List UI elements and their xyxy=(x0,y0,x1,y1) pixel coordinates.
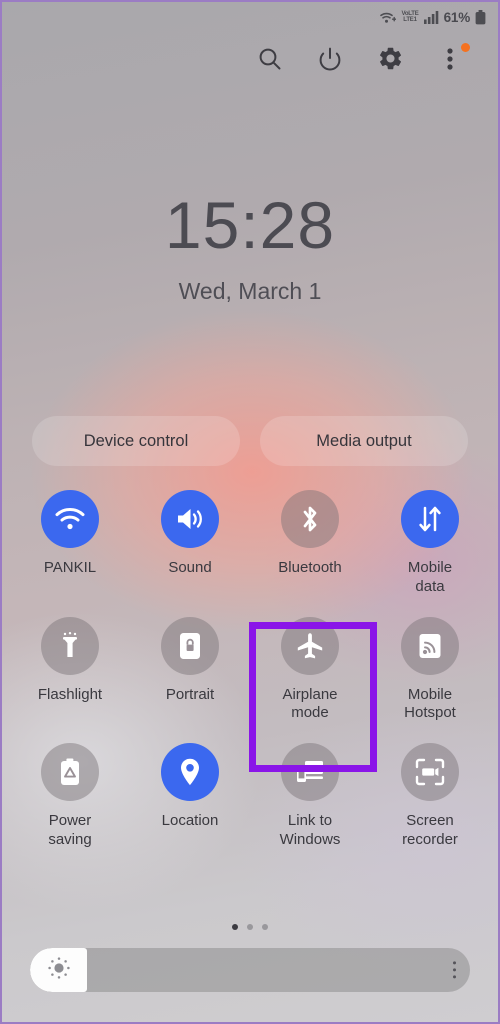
media-output-button[interactable]: Media output xyxy=(260,416,468,466)
power-icon xyxy=(317,46,343,77)
tile-mobile-data[interactable]: Mobile data xyxy=(370,490,490,597)
page-dot-3[interactable] xyxy=(262,924,268,930)
location-pin-icon xyxy=(161,743,219,801)
tile-power-saving[interactable]: Power saving xyxy=(10,743,130,850)
clock-block[interactable]: 15:28 Wed, March 1 xyxy=(2,192,498,305)
tile-label: Airplane mode xyxy=(282,685,338,722)
gear-icon xyxy=(377,45,404,77)
brightness-row xyxy=(30,948,470,992)
screen-recorder-icon xyxy=(401,743,459,801)
flashlight-icon xyxy=(41,616,99,675)
notification-badge-dot xyxy=(461,43,470,52)
tile-label: Portrait xyxy=(165,685,215,703)
three-dot-menu-icon xyxy=(452,961,456,965)
hotspot-icon xyxy=(401,616,459,675)
quick-settings-toolbar xyxy=(255,38,498,84)
battery-percent-label: 61% xyxy=(443,9,471,25)
rotation-lock-icon xyxy=(161,616,219,675)
tile-airplane-mode[interactable]: Airplane mode xyxy=(250,616,370,724)
airplane-icon xyxy=(281,616,339,675)
tile-flashlight[interactable]: Flashlight xyxy=(10,616,130,724)
search-icon xyxy=(257,46,283,77)
link-to-windows-icon xyxy=(281,743,339,801)
tile-label: PANKIL xyxy=(43,559,97,576)
tile-mobile-hotspot[interactable]: Mobile Hotspot xyxy=(370,616,490,724)
tile-portrait[interactable]: Portrait xyxy=(130,616,250,724)
tile-label: Flashlight xyxy=(37,685,103,703)
wifi-plus-icon xyxy=(379,10,397,24)
tile-label: Mobile Hotspot xyxy=(404,685,456,722)
clock-time: 15:28 xyxy=(164,188,336,262)
brightness-options-button[interactable] xyxy=(452,961,456,979)
page-dot-1[interactable] xyxy=(232,924,238,930)
volte-indicator: VoLTE LTE1 xyxy=(401,11,418,23)
three-dot-menu-icon xyxy=(452,975,456,979)
tile-label: Power saving xyxy=(48,812,92,848)
data-arrows-icon xyxy=(401,490,459,548)
tile-label: Location xyxy=(161,812,219,829)
battery-icon xyxy=(475,9,486,25)
volte-label-bottom: LTE1 xyxy=(403,17,417,23)
speaker-icon xyxy=(161,490,219,548)
brightness-slider[interactable] xyxy=(30,948,470,992)
tile-location[interactable]: Location xyxy=(130,743,250,850)
tile-wifi[interactable]: PANKIL xyxy=(10,490,130,597)
tile-label: Link to Windows xyxy=(279,812,341,848)
page-indicator xyxy=(2,924,498,930)
three-dot-menu-icon xyxy=(447,47,453,76)
more-options-button[interactable] xyxy=(435,43,470,76)
tile-screen-recorder[interactable]: Screen recorder xyxy=(370,743,490,850)
control-pill-row: Device control Media output xyxy=(32,416,468,466)
wifi-icon xyxy=(41,490,99,548)
tile-label: Bluetooth xyxy=(278,559,342,576)
power-saving-icon xyxy=(41,743,99,801)
quick-settings-panel: VoLTE LTE1 61% 15:28 Wed, March 1 Device… xyxy=(0,0,500,1024)
status-bar: VoLTE LTE1 61% xyxy=(2,2,498,32)
power-button[interactable] xyxy=(315,46,345,76)
brightness-slider-fill xyxy=(30,948,88,992)
bluetooth-icon xyxy=(281,490,339,548)
quick-settings-tile-grid: PANKIL Sound Bluetooth Mobile data Flash… xyxy=(10,490,490,850)
three-dot-menu-icon xyxy=(452,968,456,972)
settings-button[interactable] xyxy=(375,46,405,76)
clock-date: Wed, March 1 xyxy=(178,278,322,304)
page-dot-2[interactable] xyxy=(247,924,253,930)
tile-link-to-windows[interactable]: Link to Windows xyxy=(250,743,370,850)
device-control-label: Device control xyxy=(83,431,189,450)
brightness-sun-icon xyxy=(46,955,72,986)
tile-label: Screen recorder xyxy=(402,812,458,848)
tile-label: Sound xyxy=(168,559,212,576)
media-output-label: Media output xyxy=(316,431,412,450)
cellular-signal-icon xyxy=(423,10,439,24)
tile-bluetooth[interactable]: Bluetooth xyxy=(250,490,370,597)
device-control-button[interactable]: Device control xyxy=(32,416,240,466)
tile-label: Mobile data xyxy=(407,559,453,595)
search-button[interactable] xyxy=(255,46,285,76)
tile-sound[interactable]: Sound xyxy=(130,490,250,597)
